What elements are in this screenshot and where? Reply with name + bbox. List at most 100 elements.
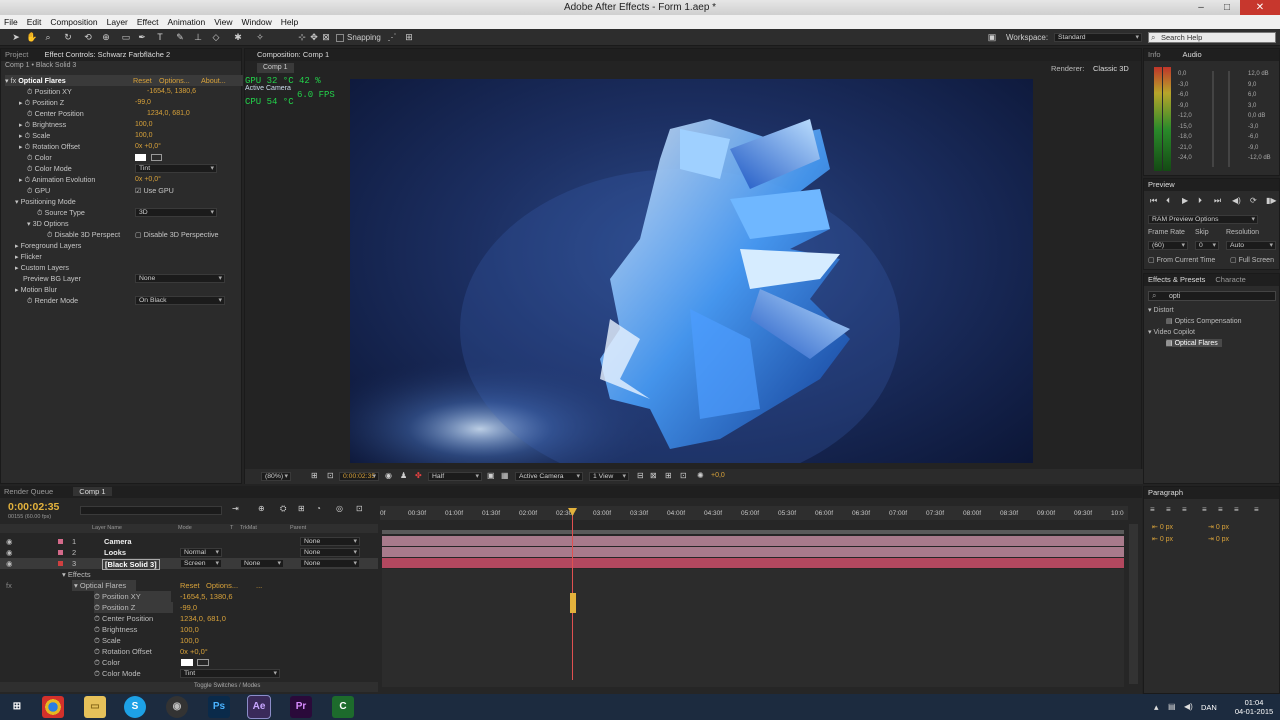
prop-position-xy-value[interactable]: -1654,5, 1380,6 [147, 86, 196, 97]
from-current-time-checkbox[interactable]: ▢ From Current Time [1148, 256, 1215, 264]
tl-prop-position-z[interactable]: ⏱ Position Z -99,0 [0, 602, 378, 613]
keyframe-markers[interactable] [570, 593, 576, 613]
prop-custom-layers[interactable]: ▸ Custom Layers [15, 262, 69, 273]
disable-3d-perspective-checkbox[interactable]: ▢ Disable 3D Perspective [135, 229, 219, 240]
tl-prop-color-mode[interactable]: ⏱ Color Mode Tint [0, 668, 378, 679]
tab-effect-controls[interactable]: Effect Controls: Schwarz Farbfläche 2 [44, 50, 170, 59]
first-frame-icon[interactable]: ⏮ [1150, 196, 1157, 206]
volume-slider-left[interactable] [1212, 71, 1214, 167]
prop-animation-evolution-value[interactable]: 0x +0,0° [135, 174, 161, 185]
snap-options-icon[interactable]: ⋰ [386, 32, 398, 43]
align-left-icon[interactable]: ≡ [1150, 505, 1155, 514]
tl-prop-center-position[interactable]: ⏱ Center Position 1234,0, 681,0 [0, 613, 378, 624]
parent-dropdown[interactable]: None [300, 559, 360, 568]
current-time-display[interactable]: 0:00:02:35 [8, 501, 59, 513]
stamp-tool-icon[interactable]: ⊥ [192, 32, 204, 43]
frame-rate-dropdown[interactable]: (60) [1148, 241, 1188, 250]
track-camera[interactable] [382, 536, 1124, 546]
view-axis-icon[interactable]: ⊠ [320, 32, 332, 43]
next-frame-icon[interactable]: ⏵ [1198, 196, 1202, 206]
justify-all-icon[interactable]: ≡ [1254, 505, 1259, 514]
eraser-tool-icon[interactable]: ◇ [210, 32, 222, 43]
frame-blending-icon[interactable]: ◔ [316, 504, 321, 513]
grid-toggle-icon[interactable]: ⊞ [311, 471, 318, 480]
prop-position-xy[interactable]: ⏱ Position XY [27, 86, 72, 97]
prop-scale[interactable]: ▸ ⏱ Scale [19, 130, 50, 141]
tl-prop-rotation-offset[interactable]: ⏱ Rotation Offset 0x +0,0° [0, 646, 378, 657]
effect-optical-flares-row[interactable]: fx ▾ Optical Flares Reset Options... ... [0, 580, 378, 591]
draft-3d-icon[interactable]: ⛭ [280, 504, 286, 514]
effect-about-link[interactable]: About... [201, 75, 226, 86]
graph-editor-icon[interactable]: ⊡ [356, 504, 363, 513]
snapping-checkbox[interactable] [336, 34, 344, 42]
effects-search-input[interactable]: opti [1148, 291, 1276, 301]
menu-layer[interactable]: Layer [107, 17, 128, 27]
pen-tool-icon[interactable]: ✒ [136, 32, 148, 43]
tab-effects-presets[interactable]: Effects & Presets [1148, 275, 1205, 284]
hide-shy-icon[interactable]: ⊞ [298, 504, 305, 513]
left-indent-value[interactable]: ⇤ 0 px [1152, 523, 1173, 531]
renderer-value[interactable]: Classic 3D [1093, 64, 1129, 73]
justify-right-icon[interactable]: ≡ [1234, 505, 1239, 514]
prop-center-position[interactable]: ⏱ Center Position [27, 108, 84, 119]
zoom-tool-icon[interactable]: ⌕ [42, 32, 54, 43]
color-mode-dropdown[interactable]: Tint [135, 164, 217, 173]
resolution-dropdown-preview[interactable]: Auto [1226, 241, 1276, 250]
visibility-icon[interactable]: ◉ [6, 547, 13, 558]
layer-name[interactable]: Camera [104, 536, 132, 547]
prop-position-z-value[interactable]: -99,0 [135, 97, 151, 108]
menu-help[interactable]: Help [281, 17, 298, 27]
obs-icon[interactable]: ◉ [166, 696, 188, 718]
prop-scale-value[interactable]: 100,0 [135, 130, 153, 141]
menu-file[interactable]: File [4, 17, 18, 27]
world-axis-icon[interactable]: ✥ [308, 32, 320, 43]
prop-brightness-value[interactable]: 100,0 [135, 119, 153, 130]
layer-row-camera[interactable]: ◉ 1 Camera None [0, 536, 378, 547]
layer-row-looks[interactable]: ◉ 2 Looks Normal None [0, 547, 378, 558]
time-ruler[interactable]: 0f 00:30f 01:00f 01:30f 02:00f 02:30f 03… [380, 506, 1128, 520]
ram-preview-icon[interactable]: ▮▶ [1266, 196, 1277, 205]
pan-behind-tool-icon[interactable]: ⊕ [100, 32, 112, 43]
layer-row-black-solid[interactable]: ◉ 3 [Black Solid 3] Screen None None [0, 558, 378, 570]
track-black-solid[interactable] [382, 558, 1124, 568]
exposure-icon[interactable]: ✺ [697, 471, 704, 480]
menu-animation[interactable]: Animation [167, 17, 205, 27]
prop-brightness[interactable]: ▸ ⏱ Brightness [19, 119, 66, 130]
source-type-dropdown[interactable]: 3D [135, 208, 217, 217]
prop-rotation-offset[interactable]: ▸ ⏱ Rotation Offset [19, 141, 80, 152]
mute-audio-icon[interactable]: ◀) [1232, 196, 1241, 205]
effects-group-row[interactable]: ▾ Effects [0, 569, 378, 580]
comp-breadcrumb[interactable]: Comp 1 [257, 63, 294, 73]
exposure-value[interactable]: +0,0 [711, 472, 725, 479]
previous-frame-icon[interactable]: ⏴ [1166, 196, 1170, 206]
comp-mini-flowchart-icon[interactable]: ⇥ [232, 504, 239, 513]
selection-tool-icon[interactable]: ➤ [10, 32, 22, 43]
mask-tool-icon[interactable]: ▭ [120, 32, 132, 43]
first-indent-value[interactable]: ⇥ 0 px [1208, 523, 1229, 531]
prop-flicker[interactable]: ▸ Flicker [15, 251, 42, 262]
camtasia-icon[interactable]: C [332, 696, 354, 718]
flowchart-icon[interactable]: ⊡ [680, 471, 687, 480]
color-channel-icon[interactable]: ✤ [415, 471, 422, 480]
roto-tool-icon[interactable]: ✱ [232, 32, 244, 43]
menu-composition[interactable]: Composition [50, 17, 97, 27]
volume-slider-right[interactable] [1228, 71, 1230, 167]
parent-dropdown[interactable]: None [300, 537, 360, 546]
after-effects-icon[interactable]: Ae [247, 695, 271, 719]
viewer-timecode[interactable]: 0:00:02:35 [339, 472, 379, 481]
category-distort[interactable]: ▾ Distort [1148, 306, 1174, 314]
view-layout-dropdown[interactable]: 1 View [589, 472, 629, 481]
live-update-icon[interactable]: ⊕ [258, 504, 265, 513]
show-snapshot-icon[interactable]: ♟ [400, 471, 407, 480]
timeline-options-link[interactable]: Options... [206, 580, 238, 591]
toggle-pixel-aspect-icon[interactable]: ⊟ [637, 471, 644, 480]
tab-audio[interactable]: Audio [1183, 50, 1202, 59]
minimize-button[interactable]: ‒ [1188, 0, 1214, 15]
justify-center-icon[interactable]: ≡ [1218, 505, 1223, 514]
full-screen-checkbox[interactable]: ▢ Full Screen [1230, 256, 1274, 264]
effect-reset-link[interactable]: Reset [133, 75, 152, 86]
label-color[interactable] [58, 550, 63, 555]
loop-icon[interactable]: ⟳ [1250, 196, 1257, 205]
prop-animation-evolution[interactable]: ▸ ⏱ Animation Evolution [19, 174, 95, 185]
workspace-dropdown[interactable]: Standard [1054, 33, 1142, 42]
